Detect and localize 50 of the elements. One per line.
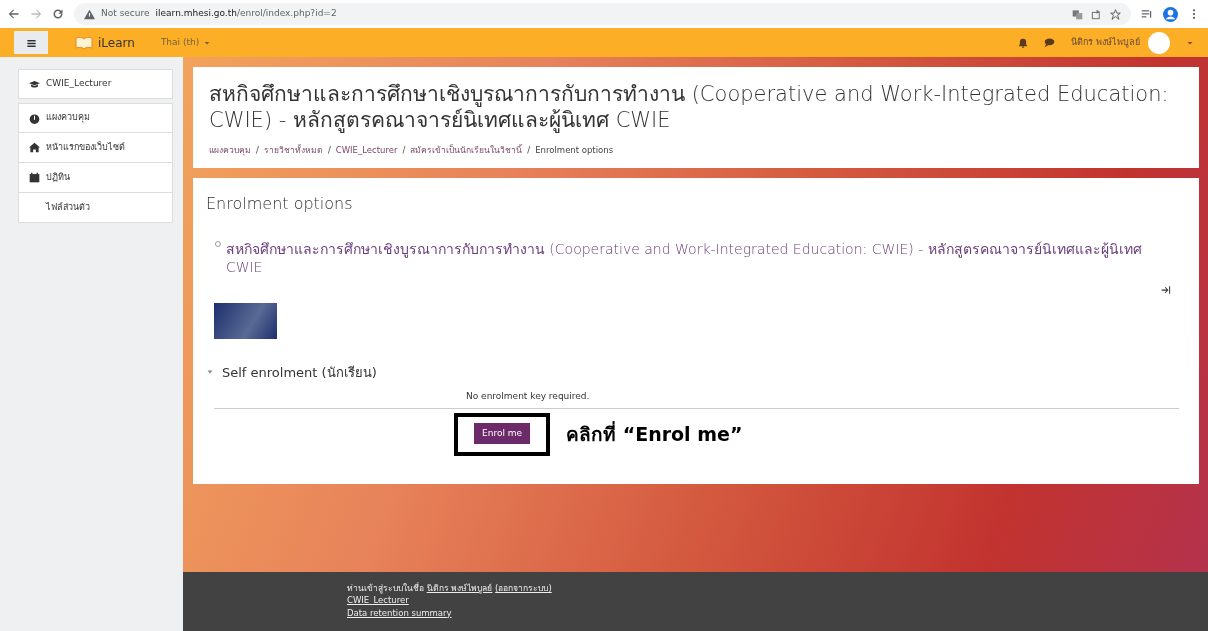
breadcrumb-separator: / xyxy=(256,143,259,157)
section-toggle[interactable]: Self enrolment (นักเรียน) xyxy=(206,362,1187,383)
nav-item[interactable]: หน้าแรกของเว็บไซต์ xyxy=(18,133,173,163)
share-icon[interactable] xyxy=(1091,8,1102,20)
breadcrumb-separator: / xyxy=(527,143,531,157)
enrol-button[interactable]: Enrol me xyxy=(474,422,531,445)
footer-link[interactable]: CWIE_Lecturer xyxy=(347,595,409,606)
section-heading: Enrolment options xyxy=(206,193,354,216)
gauge-icon xyxy=(29,112,40,124)
breadcrumb-item[interactable]: รายวิชาทั้งหมด xyxy=(263,143,323,157)
annotation-text: คลิกที่ “Enrol me” xyxy=(566,420,743,448)
chat-icon[interactable] xyxy=(1044,37,1056,48)
logout-link[interactable]: (ออกจากระบบ) xyxy=(495,583,552,593)
bell-icon[interactable] xyxy=(1018,37,1029,48)
breadcrumb-separator: / xyxy=(327,143,331,157)
course-image xyxy=(214,302,277,339)
brand-name[interactable]: iLearn xyxy=(98,33,135,52)
breadcrumb-item[interactable]: แผงควบคุม xyxy=(209,143,251,157)
menu-button[interactable] xyxy=(14,31,48,54)
breadcrumb-item[interactable]: CWIE_Lecturer xyxy=(335,143,398,157)
course-link[interactable]: สหกิจศึกษาและการศึกษาเชิงบูรณาการกับการทำงาน (Cooperative and Work-Integrated Education: CWIE) - หลักสูตรคณาจารย์นิเทศและผู้นิเทศ CWIE xyxy=(225,240,1187,277)
playlist-icon[interactable] xyxy=(1141,8,1153,20)
footer-link[interactable]: Data retention summary xyxy=(347,607,452,618)
book-logo-icon xyxy=(74,34,94,51)
back-icon[interactable] xyxy=(8,8,20,20)
nav-item[interactable]: แผงควบคุม xyxy=(18,103,173,133)
address-bar[interactable]: Not secure ilearn.mhesi.go.th/enrol/index.php?id=2 xyxy=(74,3,1131,25)
graduation-cap-icon xyxy=(29,78,40,90)
calendar-icon xyxy=(29,172,40,183)
info-text: No enrolment key required. xyxy=(466,390,591,404)
menu-icon xyxy=(25,38,37,49)
nav-item[interactable]: ปฏิทิน xyxy=(18,163,173,193)
url-text: ilearn.mhesi.go.th/enrol/index.php?id=2 xyxy=(155,7,337,21)
nav-item[interactable]: CWIE_Lecturer xyxy=(18,69,173,99)
breadcrumb-separator: / xyxy=(402,143,406,157)
profile-icon[interactable] xyxy=(1163,6,1178,22)
security-label: Not secure xyxy=(101,7,150,21)
warning-icon xyxy=(84,8,95,20)
user-name[interactable]: นิติกร พงษ์ไพบูลย์ xyxy=(1071,35,1140,50)
home-icon xyxy=(29,142,40,153)
breadcrumb-item: Enrolment options xyxy=(535,143,614,157)
user-link[interactable]: นิติกร พงษ์ไพบูลย์ xyxy=(426,583,493,593)
enrol-icon[interactable] xyxy=(1161,284,1171,295)
star-icon[interactable] xyxy=(1110,8,1121,20)
page-title: สหกิจศึกษาและการศึกษาเชิงบูรณาการกับการทำงาน (Cooperative and Work-Integrated Education: CWIE) - หลักสูตรคณาจารย์นิเทศและผู้นิเทศ CWIE xyxy=(209,81,1170,134)
course-icon xyxy=(214,240,222,249)
reload-icon[interactable] xyxy=(52,8,64,20)
login-info: ท่านเข้าสู่ระบบในชื่อ นิติกร พงษ์ไพบูลย์ (ออกจากระบบ) xyxy=(347,582,553,595)
breadcrumb-item[interactable]: สมัครเข้าเป็นนักเรียนในวิชานี้ xyxy=(410,143,523,157)
nav-item[interactable]: ไฟล์ส่วนตัว xyxy=(18,193,173,223)
